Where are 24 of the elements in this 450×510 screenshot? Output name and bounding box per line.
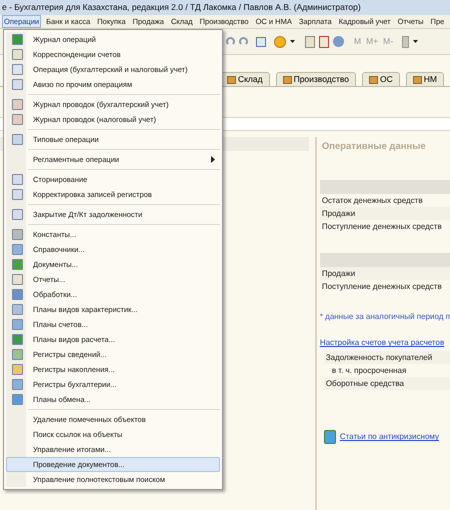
- tab-icon: [412, 76, 422, 84]
- debt-row-text: в т. ч. просроченная: [330, 364, 408, 377]
- tab-icon: [282, 76, 292, 84]
- panel-row: Продажи: [320, 207, 450, 220]
- panel-row-text: Поступление денежных средств: [320, 220, 443, 233]
- window-title: е - Бухгалтерия для Казахстана, редакция 2.0 / ТД Лакомка / Павлов А.В. (Администратор): [2, 1, 361, 14]
- tab[interactable]: Производство: [276, 72, 356, 86]
- dropdown-caret-icon[interactable]: [413, 40, 418, 43]
- debt-row: Оборотные средства: [324, 377, 450, 390]
- panel-row: Продажи: [320, 267, 450, 280]
- tab[interactable]: ОС: [362, 72, 400, 86]
- window-icon[interactable]: [256, 36, 266, 46]
- footnote: * данные за аналогичный период п: [320, 311, 450, 324]
- panel-row-text: Остаток денежных средств: [320, 194, 424, 207]
- settings-link[interactable]: Настройка счетов учета расчетов: [320, 337, 450, 350]
- tab-icon: [226, 76, 236, 84]
- panel-row-text: Поступление денежных средств: [320, 280, 443, 293]
- articles-link[interactable]: Статьи по антикризисному: [340, 431, 439, 444]
- tab-icon: [369, 76, 378, 84]
- submenu-arrow-icon: [211, 156, 215, 163]
- dropdown-caret-icon[interactable]: [290, 40, 295, 43]
- tab[interactable]: НМ: [406, 72, 444, 86]
- debt-row: Задолженность покупателей: [324, 351, 450, 364]
- panel-title: Оперативные данные: [322, 140, 427, 154]
